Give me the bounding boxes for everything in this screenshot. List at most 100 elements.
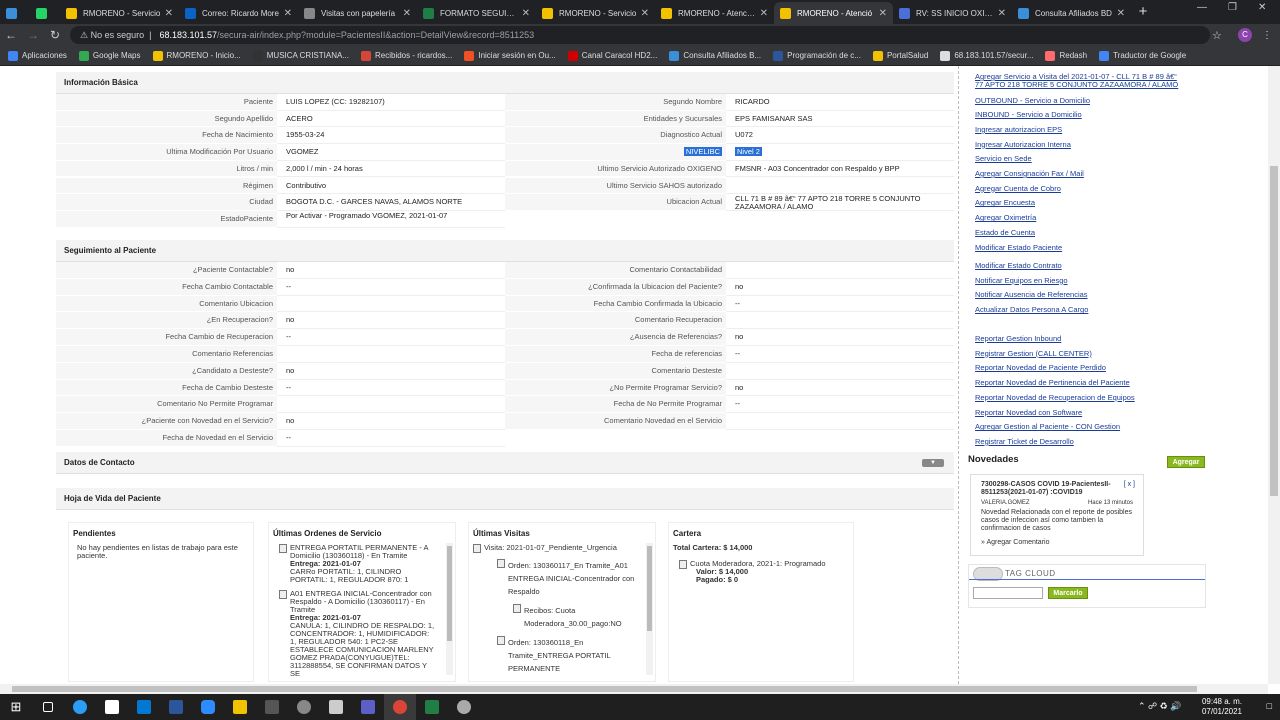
notifications-icon[interactable]: □ — [1267, 701, 1272, 711]
browser-tab[interactable]: RMORENO - Servicio ✕ — [60, 2, 179, 24]
browser-tab[interactable]: Correo: Ricardo More ✕ — [179, 2, 298, 24]
sidebar-action-link[interactable]: Reportar Novedad de Pertinencia del Paci… — [975, 379, 1130, 387]
browser-tab[interactable]: RV: SS INICIO OXIGE ✕ — [893, 2, 1012, 24]
close-tab-icon[interactable]: ✕ — [998, 8, 1006, 19]
profile-avatar[interactable]: C — [1238, 28, 1252, 42]
pen-icon[interactable] — [256, 694, 288, 720]
restore-icon[interactable]: ❐ — [1228, 2, 1237, 13]
visita-orden-1[interactable]: Orden: 130360117_En Tramite_A01 ENTREGA … — [469, 559, 655, 598]
sidebar-action-link[interactable]: Ingresar autorizacion EPS — [975, 125, 1062, 134]
visita-orden-2[interactable]: Orden: 130360118_En Tramite_ENTREGA PORT… — [469, 636, 655, 675]
bookmark-item[interactable]: Google Maps — [78, 50, 141, 61]
close-tab-icon[interactable]: ✕ — [522, 8, 530, 19]
sidebar-action-link[interactable]: Registrar Gestion (CALL CENTER) — [975, 349, 1092, 358]
sidebar-action-link[interactable]: Agregar Consignación Fax / Mail — [975, 170, 1084, 178]
sidebar-action-link[interactable]: OUTBOUND - Servicio a Domicilio — [975, 96, 1090, 105]
close-tab-icon[interactable]: ✕ — [1117, 8, 1125, 19]
app-icon[interactable] — [320, 694, 352, 720]
close-tab-icon[interactable]: ✕ — [760, 8, 768, 19]
minimize-icon[interactable]: — — [1197, 2, 1207, 13]
sidebar-action-link[interactable]: Servicio en Sede — [975, 155, 1032, 163]
bookmark-item[interactable]: Programación de c... — [773, 50, 861, 61]
insecure-warning-icon[interactable]: ⚠ No es seguro | — [80, 30, 151, 41]
bookmark-item[interactable]: Iniciar sesión en Ou... — [464, 50, 556, 61]
sidebar-action-link[interactable]: Reportar Novedad de Paciente Perdido — [975, 364, 1106, 372]
browser-tab[interactable]: RMORENO - Servicio ✕ — [536, 2, 655, 24]
horizontal-scrollbar[interactable] — [0, 684, 1268, 694]
app-icon[interactable] — [448, 694, 480, 720]
sidebar-action-link[interactable]: Notificar Equipos en Riesgo — [975, 276, 1068, 285]
bookmark-item[interactable]: Redash — [1045, 50, 1087, 61]
datos-contacto-header[interactable]: Datos de Contacto ▼ — [56, 452, 954, 474]
sidebar-action-link[interactable]: Registrar Ticket de Desarrollo — [975, 437, 1074, 446]
visitas-scrollbar[interactable] — [646, 543, 653, 675]
close-tab-icon[interactable]: ✕ — [879, 8, 887, 19]
close-tab-icon[interactable]: ✕ — [641, 8, 649, 19]
orden-entry[interactable]: A01 ENTREGA INICIAL-Concentrador con Res… — [269, 590, 441, 678]
sidebar-action-link[interactable]: Notificar Ausencia de Referencias — [975, 291, 1088, 299]
agregar-novedad-button[interactable]: Agregar — [1167, 456, 1205, 468]
reload-icon[interactable]: ↻ — [44, 28, 66, 42]
add-comment-link[interactable]: » Agregar Comentario — [981, 539, 1133, 547]
chrome-icon[interactable] — [384, 694, 416, 720]
sidebar-action-link[interactable]: Reportar Gestion Inbound — [975, 335, 1061, 343]
sidebar-action-link[interactable]: Modificar Estado Contrato — [975, 262, 1062, 270]
tag-input[interactable] — [973, 587, 1043, 599]
teams-icon[interactable] — [352, 694, 384, 720]
visita-entry[interactable]: Visita: 2021-01-07_Pendiente_Urgencia — [469, 544, 655, 553]
bookmark-item[interactable]: RMORENO - Inicio... — [152, 50, 241, 61]
zoom-icon[interactable] — [192, 694, 224, 720]
bookmark-item[interactable]: 68.183.101.57/secur... — [940, 50, 1033, 61]
visita-recibos[interactable]: Recibos: Cuota Moderadora_30.00_pago:NO — [469, 604, 655, 630]
sidebar-action-link[interactable]: Agregar Servicio a Visita del 2021-01-07… — [975, 73, 1185, 89]
expand-toggle-icon[interactable]: ▼ — [922, 459, 944, 467]
sidebar-action-link[interactable]: Agregar Cuenta de Cobro — [975, 184, 1061, 193]
bookmark-item[interactable]: Canal Caracol HD2... — [567, 50, 657, 61]
close-tab-icon[interactable]: ✕ — [165, 8, 173, 19]
forward-icon[interactable]: → — [22, 28, 44, 42]
page-scrollbar[interactable] — [1268, 66, 1280, 684]
sidebar-action-link[interactable]: Agregar Encuesta — [975, 199, 1035, 207]
browser-tab[interactable] — [30, 2, 60, 24]
browser-tab[interactable] — [0, 2, 30, 24]
menu-icon[interactable]: ⋮ — [1262, 30, 1272, 41]
bookmark-item[interactable]: Recibidos - ricardos... — [360, 50, 452, 61]
sidebar-action-link[interactable]: Estado de Cuenta — [975, 228, 1035, 237]
bookmark-item[interactable]: Traductor de Google — [1099, 50, 1186, 61]
browser-tab[interactable]: Visitas con papelería ✕ — [298, 2, 417, 24]
mail-icon[interactable] — [128, 694, 160, 720]
file-explorer-icon[interactable] — [224, 694, 256, 720]
sidebar-action-link[interactable]: Ingresar Autorizacion Interna — [975, 140, 1071, 149]
marcarlo-button[interactable]: Marcarlo — [1048, 587, 1088, 599]
browser-tab[interactable]: FORMATO SEGUIMIE ✕ — [417, 2, 536, 24]
bookmark-star-icon[interactable]: ☆ — [1212, 29, 1222, 42]
windows-start-icon[interactable]: ⊞ — [0, 694, 32, 720]
back-icon[interactable]: ← — [0, 28, 22, 42]
bookmark-item[interactable]: Consulta Afiliados B... — [669, 50, 761, 61]
store-icon[interactable] — [96, 694, 128, 720]
system-clock[interactable]: 09:48 a. m. 07/01/2021 — [1202, 697, 1242, 717]
browser-tab[interactable]: RMORENO - Atención ✕ — [655, 2, 774, 24]
bookmark-item[interactable]: Aplicaciones — [8, 50, 67, 61]
tray-icons[interactable]: ⌃ ☍ ♻ 🔊 — [1138, 701, 1181, 712]
edge-icon[interactable] — [64, 694, 96, 720]
close-tab-icon[interactable]: ✕ — [284, 8, 292, 19]
sidebar-action-link[interactable]: INBOUND - Servicio a Domicilio — [975, 111, 1082, 119]
sidebar-action-link[interactable]: Agregar Oximetría — [975, 214, 1036, 222]
close-tab-icon[interactable]: ✕ — [403, 8, 411, 19]
word-icon[interactable] — [160, 694, 192, 720]
close-window-icon[interactable]: ✕ — [1258, 2, 1266, 13]
ordenes-scrollbar[interactable] — [446, 543, 453, 675]
orden-entry[interactable]: ENTREGA PORTATIL PERMANENTE - A Domicili… — [269, 544, 441, 584]
sidebar-action-link[interactable]: Reportar Novedad con Software — [975, 408, 1082, 417]
sidebar-action-link[interactable]: Reportar Novedad de Recuperacion de Equi… — [975, 393, 1135, 402]
url-input[interactable]: ⚠ No es seguro | 68.183.101.57 /secura-a… — [70, 26, 1210, 44]
task-view-icon[interactable] — [32, 694, 64, 720]
bookmark-item[interactable]: MUSICA CRISTIANA... — [252, 50, 349, 61]
novedad-close-link[interactable]: [ x ] — [1124, 481, 1135, 489]
bookmark-item[interactable]: PortalSalud — [872, 50, 928, 61]
sidebar-action-link[interactable]: Modificar Estado Paciente — [975, 243, 1062, 252]
new-tab-button[interactable]: + — [1131, 2, 1155, 24]
browser-tab[interactable]: RMORENO - Atenció ✕ — [774, 2, 893, 24]
app-icon[interactable] — [288, 694, 320, 720]
